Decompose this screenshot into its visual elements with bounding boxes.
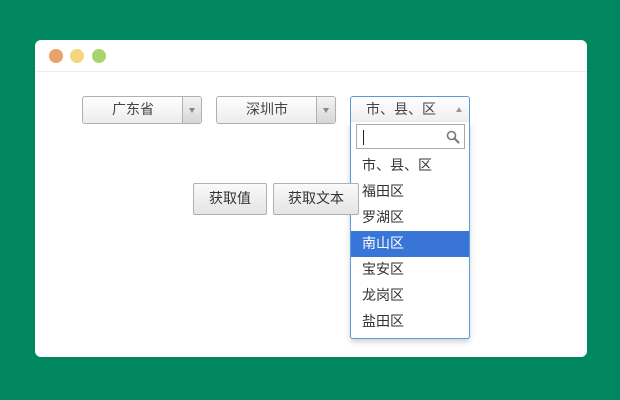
city-select-value: 深圳市	[246, 102, 288, 118]
chevron-down-icon	[189, 108, 195, 113]
district-select-value: 市、县、区	[366, 102, 436, 118]
window-minimize-dot[interactable]	[70, 49, 84, 63]
search-icon	[446, 130, 460, 144]
district-select[interactable]: 市、县、区	[350, 96, 470, 123]
city-select[interactable]: 深圳市	[216, 96, 336, 124]
browser-window: 广东省 深圳市 市、县、区 市、县、区 福田区 罗湖区 南山区 宝安区 龙岗区 …	[35, 40, 587, 357]
district-option[interactable]: 盐田区	[351, 309, 469, 335]
district-option[interactable]: 福田区	[351, 179, 469, 205]
window-maximize-dot[interactable]	[92, 49, 106, 63]
city-select-toggle[interactable]	[316, 97, 335, 123]
text-caret	[363, 130, 364, 145]
district-dropdown: 市、县、区 福田区 罗湖区 南山区 宝安区 龙岗区 盐田区	[350, 122, 470, 339]
get-text-button[interactable]: 获取文本	[273, 183, 359, 215]
district-option[interactable]: 罗湖区	[351, 205, 469, 231]
province-select-value: 广东省	[112, 102, 154, 118]
province-select[interactable]: 广东省	[82, 96, 202, 124]
chevron-down-icon	[323, 108, 329, 113]
district-search-input[interactable]	[356, 124, 465, 149]
district-options-list: 市、县、区 福田区 罗湖区 南山区 宝安区 龙岗区 盐田区	[351, 153, 469, 335]
district-option[interactable]: 市、县、区	[351, 153, 469, 179]
page-background: 广东省 深圳市 市、县、区 市、县、区 福田区 罗湖区 南山区 宝安区 龙岗区 …	[0, 0, 620, 400]
province-select-toggle[interactable]	[182, 97, 201, 123]
district-option[interactable]: 龙岗区	[351, 283, 469, 309]
district-option[interactable]: 宝安区	[351, 257, 469, 283]
window-titlebar	[35, 40, 587, 72]
chevron-up-icon[interactable]	[456, 107, 462, 112]
window-close-dot[interactable]	[49, 49, 63, 63]
district-option[interactable]: 南山区	[351, 231, 469, 257]
get-value-button[interactable]: 获取值	[193, 183, 267, 215]
